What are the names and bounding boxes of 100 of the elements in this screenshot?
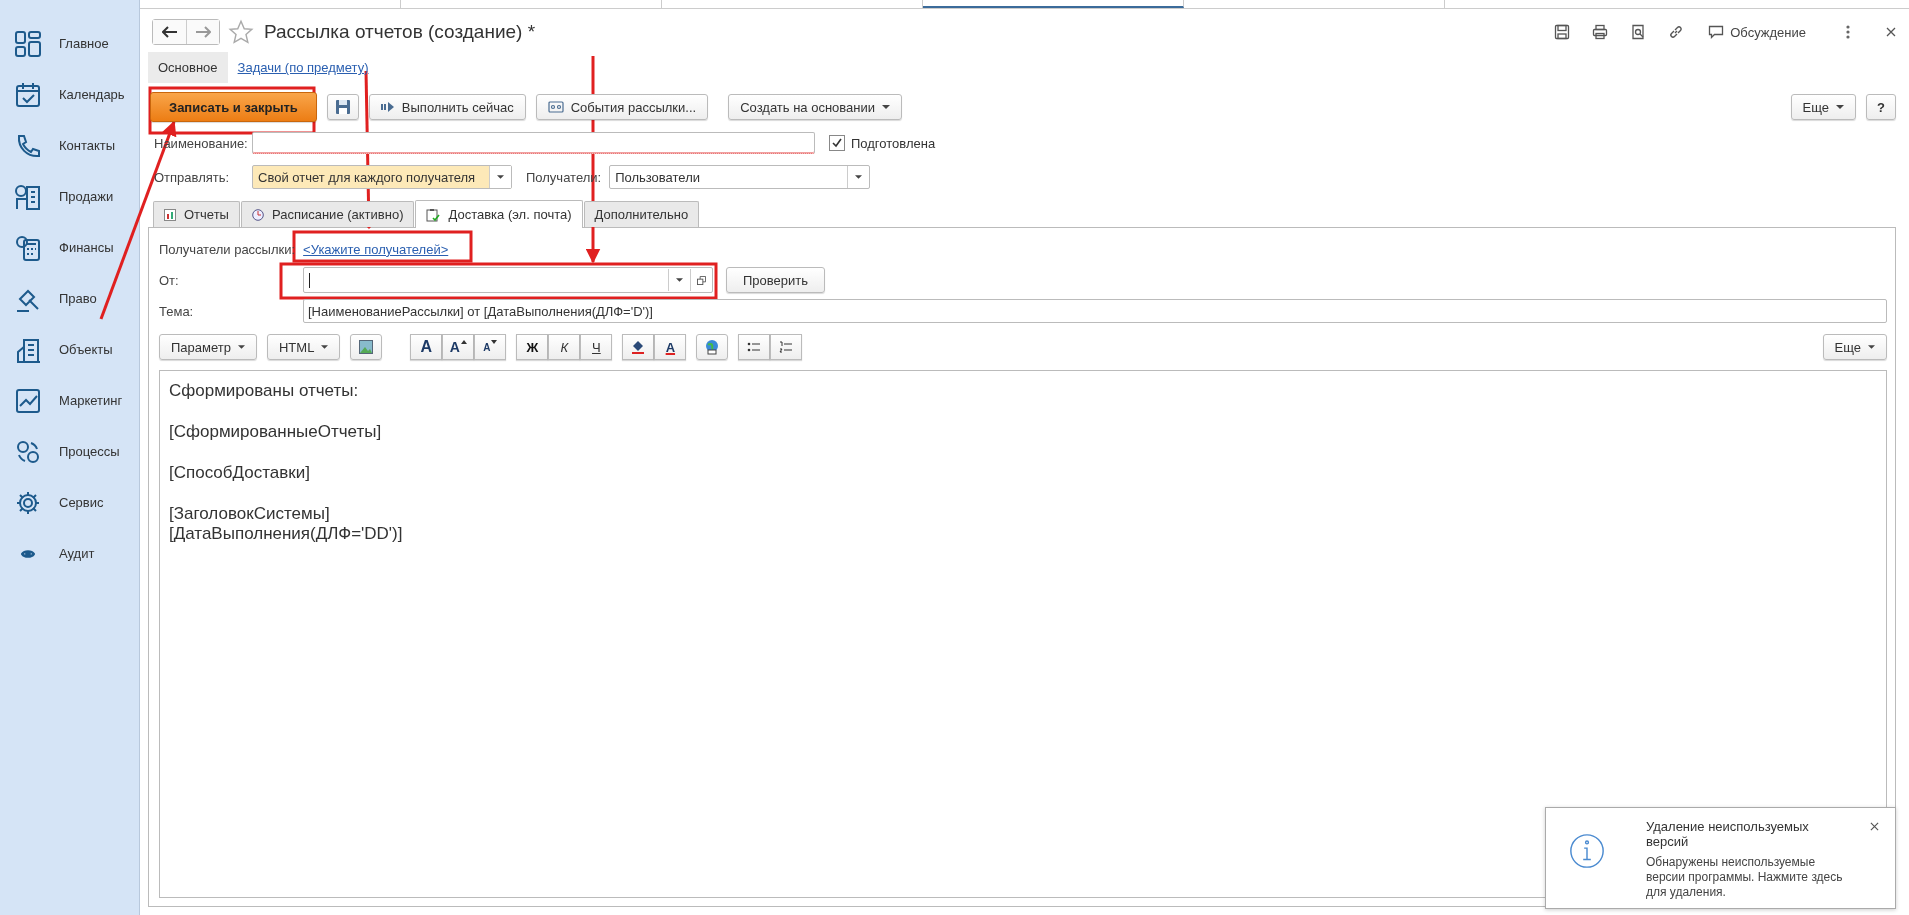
notification-message: Обнаружены неиспользуемые версии программы. Нажмите здесь для удаления. (1646, 855, 1844, 900)
sidebar-item[interactable]: Процессы (0, 426, 139, 477)
subject-field[interactable]: [НаименованиеРассылки] от [ДатаВыполнения(ДЛФ='D')] (303, 299, 1887, 323)
form-link[interactable]: Задачи (по предмету) (227, 52, 379, 83)
paint-bucket-icon (631, 340, 646, 354)
more-options-icon[interactable] (1846, 24, 1850, 40)
fill-color-button[interactable] (622, 334, 655, 360)
tab[interactable]: Доставка (эл. почта) (415, 200, 583, 228)
check-button[interactable]: Проверить (726, 267, 825, 293)
save-button[interactable] (326, 94, 359, 120)
caret-icon (676, 278, 683, 282)
numbered-list-icon (779, 341, 794, 353)
cassette-icon (547, 101, 564, 113)
bold-button[interactable]: Ж (516, 334, 549, 360)
up-caret-icon (460, 340, 467, 344)
info-icon (1568, 832, 1606, 870)
down-caret-icon (491, 340, 498, 344)
html-button[interactable]: HTML (266, 334, 341, 360)
save-and-close-button[interactable]: Записать и закрыть (150, 92, 317, 122)
underline-button[interactable]: Ч (580, 334, 613, 360)
editor-paragraph: [СпособДоставки] (169, 463, 311, 483)
mailing-events-button[interactable]: События рассылки... (535, 94, 709, 120)
bullet-list-icon (747, 341, 762, 353)
decrease-font-button[interactable]: A (474, 334, 507, 360)
building-icon (14, 182, 42, 211)
image-icon (359, 340, 374, 354)
calculator-icon (14, 233, 42, 262)
notification-title: Удаление неиспользуемых версий (1646, 819, 1810, 849)
recipients-link[interactable]: <Укажите получателей> (303, 241, 449, 257)
star-icon[interactable] (228, 19, 254, 45)
discussion-button[interactable]: Обсуждение (1702, 23, 1812, 41)
caret-icon (237, 345, 245, 349)
name-field[interactable] (252, 132, 815, 154)
editor-paragraph: Сформированы отчеты: (169, 381, 360, 401)
tab[interactable]: Расписание (активно) (240, 201, 415, 227)
caret-icon (1836, 105, 1845, 109)
recipients-dropdown[interactable]: Пользователи (609, 165, 871, 189)
open-window-icon (697, 275, 706, 285)
notification[interactable]: Удаление неиспользуемых версий Обнаружены неиспользуемые версии программы. Нажмите здесь для удаления. (1545, 807, 1896, 909)
prepared-checkbox[interactable]: Подготовлена (829, 135, 936, 151)
window-title: Рассылка отчетов (создание) * (264, 21, 536, 43)
globe-icon (704, 339, 721, 355)
increase-font-button[interactable]: A (442, 334, 475, 360)
caret-icon (855, 175, 863, 179)
form-tab[interactable]: Основное (148, 52, 228, 83)
back-button[interactable] (153, 20, 186, 44)
editor-paragraph: [СформированныеОтчеты] (169, 422, 383, 442)
send-mode-dropdown[interactable]: Свой отчет для каждого получателя (252, 165, 512, 189)
bar-chart-icon (164, 208, 176, 221)
tab[interactable]: Отчеты (153, 201, 240, 227)
sidebar-item[interactable]: Главное (0, 18, 139, 69)
clipboard-icon (426, 207, 441, 222)
help-button[interactable]: ? (1866, 94, 1896, 120)
sidebar-item[interactable]: Маркетинг (0, 375, 139, 426)
sidebar-item[interactable]: Финансы (0, 222, 139, 273)
sidebar-item[interactable]: Право (0, 273, 139, 324)
tab[interactable]: Дополнительно (583, 201, 700, 227)
from-field[interactable] (303, 267, 713, 293)
sidebar-item[interactable]: Контакты (0, 120, 139, 171)
sidebar-item[interactable]: Продажи (0, 171, 139, 222)
italic-button[interactable]: К (548, 334, 581, 360)
play-icon (380, 101, 395, 113)
checkbox[interactable] (829, 135, 845, 151)
sidebar-item[interactable]: Объекты (0, 324, 139, 375)
bullet-list-button[interactable] (738, 334, 771, 360)
more-button[interactable]: Еще (1790, 94, 1857, 120)
field-label: Тема: (159, 303, 195, 319)
save-icon[interactable] (1554, 24, 1571, 40)
caret-icon (321, 345, 329, 349)
sidebar-item[interactable]: Календарь (0, 69, 139, 120)
close-icon[interactable] (1870, 822, 1879, 831)
left-arrow-icon (161, 26, 178, 38)
clock-icon (251, 208, 264, 221)
caret-icon (882, 105, 891, 109)
grid-icon (14, 29, 42, 58)
active-window-tab[interactable] (923, 0, 1184, 8)
link-icon[interactable] (1668, 24, 1685, 40)
close-icon[interactable] (1886, 27, 1896, 37)
sidebar-item[interactable]: Сервис (0, 477, 139, 528)
font-button[interactable]: A (410, 334, 443, 360)
field-label: От: (159, 272, 180, 288)
more-button[interactable]: Еще (1822, 334, 1887, 360)
checkmark-icon (831, 137, 843, 149)
create-based-on-button[interactable]: Создать на основании (728, 94, 903, 120)
insert-image-button[interactable] (350, 334, 383, 360)
preview-icon[interactable] (1630, 24, 1647, 40)
print-icon[interactable] (1592, 24, 1609, 40)
calendar-icon (14, 80, 42, 109)
font-color-button[interactable]: A (654, 334, 687, 360)
caret-icon (1868, 345, 1875, 349)
field-label: Отправлять: (153, 169, 231, 185)
numbered-list-button[interactable] (770, 334, 803, 360)
speech-bubble-icon (1708, 24, 1725, 40)
parameter-button[interactable]: Параметр (159, 334, 257, 360)
run-now-button[interactable]: Выполнить сейчас (368, 94, 526, 120)
editor-paragraph: [ЗаголовокСистемы] [ДатаВыполнения(ДЛФ='DD')] (169, 504, 404, 544)
caret-icon (497, 175, 504, 179)
sidebar-item[interactable]: Аудит (0, 528, 139, 579)
right-arrow-icon (195, 26, 211, 38)
insert-link-button[interactable] (696, 334, 729, 360)
